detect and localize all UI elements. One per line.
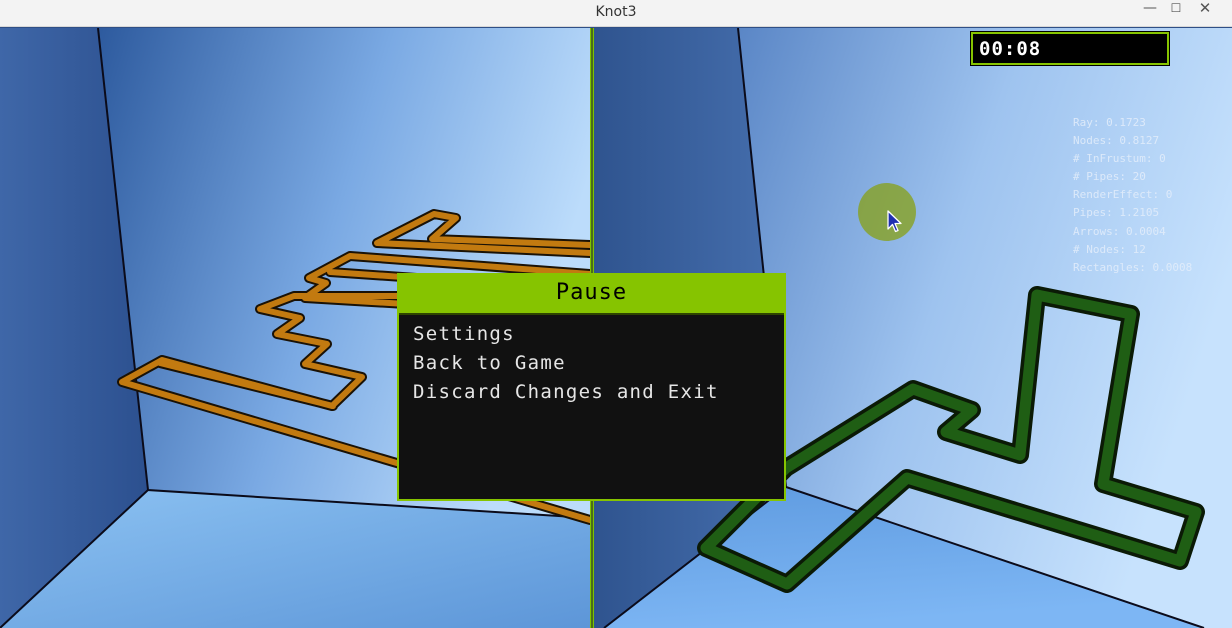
- stat-line: # InFrustum: 0: [1073, 152, 1166, 166]
- window-titlebar: Knot3 — ☐ ✕: [0, 0, 1232, 27]
- stat-line: Pipes: 1.2105: [1073, 206, 1160, 220]
- discard-and-exit-menu-item[interactable]: Discard Changes and Exit: [413, 378, 719, 407]
- timer-value: 00:08: [979, 38, 1042, 60]
- stat-line: Nodes: 0.8127: [1073, 134, 1160, 148]
- maximize-icon[interactable]: ☐: [1162, 0, 1190, 20]
- stat-line: # Pipes: 20: [1073, 170, 1146, 184]
- pause-menu-items: Settings Back to Game Discard Changes an…: [413, 320, 719, 407]
- close-icon[interactable]: ✕: [1191, 0, 1219, 20]
- back-to-game-menu-item[interactable]: Back to Game: [413, 349, 719, 378]
- minimize-icon[interactable]: —: [1136, 0, 1164, 20]
- debug-stats: Ray: 0.1723 Nodes: 0.8127 # InFrustum: 0…: [1073, 114, 1192, 277]
- mouse-cursor-icon: [887, 210, 902, 233]
- stat-line: Ray: 0.1723: [1073, 116, 1146, 129]
- stat-line: RenderEffect: 0: [1073, 188, 1173, 202]
- stat-line: Rectangles: 0.0008: [1073, 260, 1193, 274]
- window-title: Knot3: [595, 4, 637, 20]
- pause-menu-title: Pause: [555, 280, 628, 305]
- game-timer: 00:08: [970, 31, 1170, 66]
- pause-menu: Pause Settings Back to Game Discard Chan…: [397, 273, 786, 501]
- stat-line: Arrows: 0.0004: [1073, 224, 1166, 238]
- pause-menu-header: Pause: [399, 275, 784, 315]
- stat-line: # Nodes: 12: [1073, 242, 1146, 256]
- settings-menu-item[interactable]: Settings: [413, 320, 719, 349]
